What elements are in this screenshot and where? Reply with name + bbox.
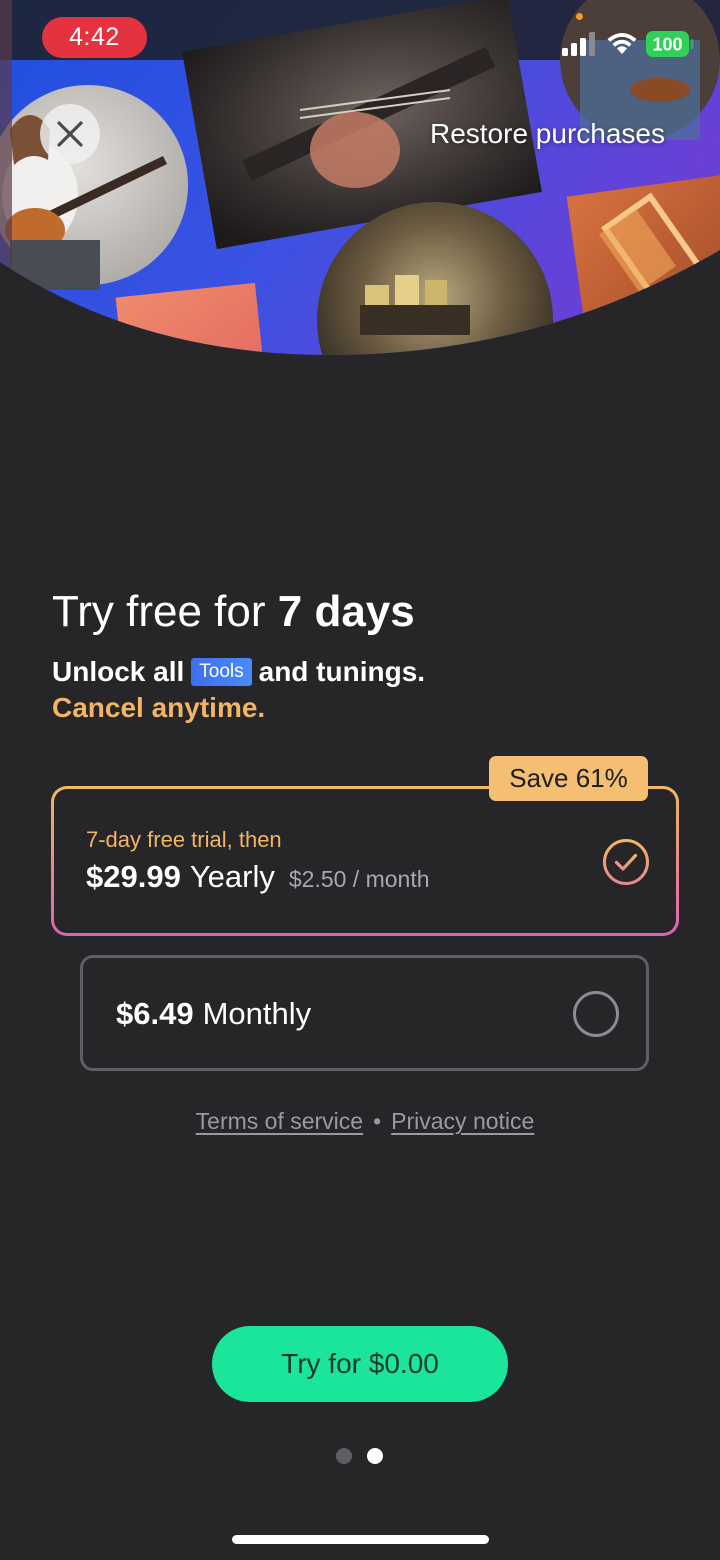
status-time: 4:42 <box>42 17 147 58</box>
tools-badge: Tools <box>191 658 252 686</box>
save-badge: Save 61% <box>489 756 648 801</box>
yearly-per-month: $2.50 / month <box>288 866 430 892</box>
privacy-notice-link[interactable]: Privacy notice <box>391 1108 534 1134</box>
headline-trial-length: 7 days <box>277 587 415 636</box>
unlock-suffix: and tunings. <box>258 656 426 687</box>
monthly-period: Monthly <box>202 996 312 1031</box>
home-indicator[interactable] <box>232 1535 489 1544</box>
unlock-line: Unlock all Tools and tunings. <box>52 654 425 690</box>
close-button[interactable] <box>40 104 100 164</box>
plan-option-monthly[interactable]: $6.49 Monthly <box>80 955 649 1071</box>
battery-level: 100 <box>652 35 682 55</box>
cellular-signal-icon <box>562 32 595 56</box>
monthly-price: $6.49 <box>116 996 194 1031</box>
battery-icon: 100 <box>646 31 694 57</box>
paywall-screen: 4:42 100 Restore purchases Try free for … <box>0 0 720 1560</box>
yearly-price-line: $29.99 Yearly $2.50 / month <box>86 859 430 895</box>
yearly-price: $29.99 <box>86 859 181 894</box>
privacy-indicator-dot <box>576 13 583 20</box>
legal-separator: • <box>373 1108 382 1134</box>
close-icon <box>57 121 83 147</box>
monthly-price-line: $6.49 Monthly <box>116 996 311 1032</box>
headline-prefix: Try free for <box>52 587 278 636</box>
wifi-icon <box>607 33 637 54</box>
page-dot-1[interactable] <box>336 1448 352 1464</box>
legal-links: Terms of service • Privacy notice <box>0 1108 720 1135</box>
unselected-radio-icon <box>573 991 619 1037</box>
terms-of-service-link[interactable]: Terms of service <box>196 1108 363 1134</box>
try-free-button[interactable]: Try for $0.00 <box>212 1326 508 1402</box>
selected-check-icon <box>603 839 649 885</box>
plan-yearly-card: 7-day free trial, then $29.99 Yearly $2.… <box>54 789 676 933</box>
restore-purchases-link[interactable]: Restore purchases <box>430 118 665 150</box>
yearly-period: Yearly <box>189 859 275 894</box>
plan-option-yearly[interactable]: 7-day free trial, then $29.99 Yearly $2.… <box>51 786 679 936</box>
unlock-prefix: Unlock all <box>52 656 185 687</box>
headline: Try free for 7 days <box>52 585 415 639</box>
status-indicators: 100 <box>562 26 694 62</box>
trial-text: 7-day free trial, then <box>86 827 282 852</box>
page-indicator <box>336 1448 383 1464</box>
page-dot-2[interactable] <box>367 1448 383 1464</box>
cancel-anytime-text: Cancel anytime. <box>52 692 266 723</box>
